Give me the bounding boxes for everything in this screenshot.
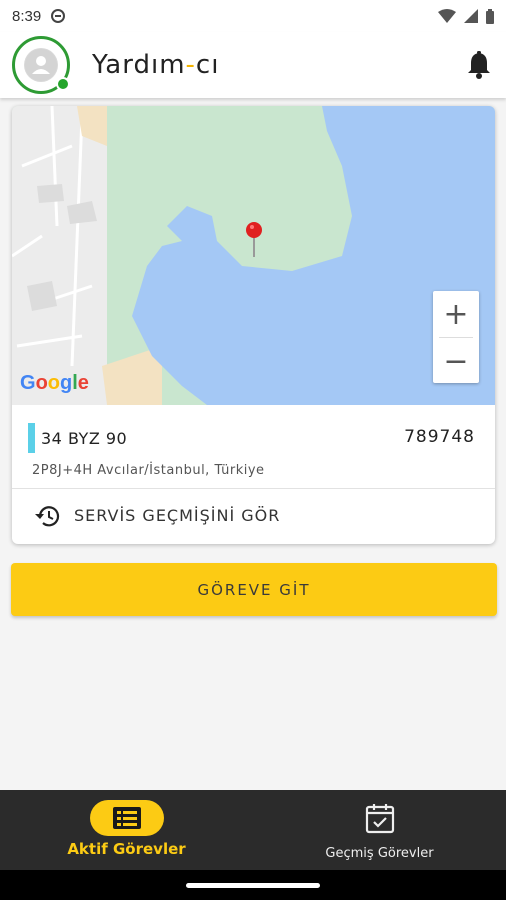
google-letter: g bbox=[60, 372, 73, 394]
calendar-check-icon bbox=[364, 800, 396, 836]
task-card: Google + − 34 BYZ 90 789748 2P8J+4H Avcı… bbox=[12, 106, 495, 544]
task-info: 34 BYZ 90 789748 2P8J+4H Avcılar/İstanbu… bbox=[12, 405, 495, 489]
map-view[interactable]: Google + − bbox=[12, 106, 495, 405]
wifi-icon bbox=[438, 9, 456, 23]
status-time: 8:39 bbox=[12, 7, 42, 25]
service-history-button[interactable]: SERVİS GEÇMİŞİNİ GÖR bbox=[12, 489, 495, 542]
battery-icon bbox=[486, 8, 494, 24]
plate-number: 34 BYZ 90 bbox=[41, 428, 128, 448]
gesture-handle[interactable] bbox=[186, 882, 320, 888]
status-icons bbox=[438, 8, 494, 24]
app-logo: Yardım-cı bbox=[92, 50, 220, 80]
go-to-task-label: GÖREVE GİT bbox=[197, 580, 311, 599]
go-to-task-button[interactable]: GÖREVE GİT bbox=[11, 563, 497, 616]
vehicle-plate: 34 BYZ 90 bbox=[28, 423, 127, 453]
online-status-dot bbox=[56, 77, 70, 91]
location-pin-icon bbox=[246, 222, 262, 257]
notifications-button[interactable] bbox=[464, 50, 494, 80]
active-tasks-pill bbox=[89, 800, 164, 836]
bottom-nav: Aktif Görevler Geçmiş Görevler bbox=[0, 790, 506, 870]
zoom-out-button[interactable]: − bbox=[433, 338, 479, 384]
notification-icon bbox=[51, 9, 66, 23]
history-icon bbox=[35, 505, 60, 526]
nav-item-active-tasks[interactable]: Aktif Görevler bbox=[0, 790, 253, 870]
nav-item-past-tasks[interactable]: Geçmiş Görevler bbox=[253, 790, 506, 870]
nav-label-active-tasks: Aktif Görevler bbox=[67, 840, 186, 858]
zoom-in-button[interactable]: + bbox=[433, 291, 479, 337]
app-bar: Yardım-cı bbox=[0, 32, 506, 98]
status-bar: 8:39 bbox=[0, 0, 506, 32]
list-icon bbox=[112, 807, 141, 829]
bell-icon bbox=[468, 51, 490, 79]
user-icon bbox=[24, 48, 58, 82]
system-gesture-bar bbox=[0, 870, 506, 900]
avatar[interactable] bbox=[12, 36, 70, 94]
google-letter: e bbox=[77, 372, 89, 394]
zoom-controls: + − bbox=[433, 291, 479, 383]
google-logo: Google bbox=[20, 372, 89, 395]
order-number: 789748 bbox=[404, 427, 475, 447]
task-address: 2P8J+4H Avcılar/İstanbul, Türkiye bbox=[32, 463, 265, 478]
signal-icon bbox=[464, 9, 478, 23]
google-letter: G bbox=[20, 372, 36, 394]
nav-label-past-tasks: Geçmiş Görevler bbox=[325, 846, 434, 861]
service-history-label: SERVİS GEÇMİŞİNİ GÖR bbox=[74, 506, 281, 525]
plate-accent-bar bbox=[28, 423, 35, 453]
google-letter: o bbox=[35, 372, 48, 394]
google-letter: o bbox=[47, 372, 60, 394]
